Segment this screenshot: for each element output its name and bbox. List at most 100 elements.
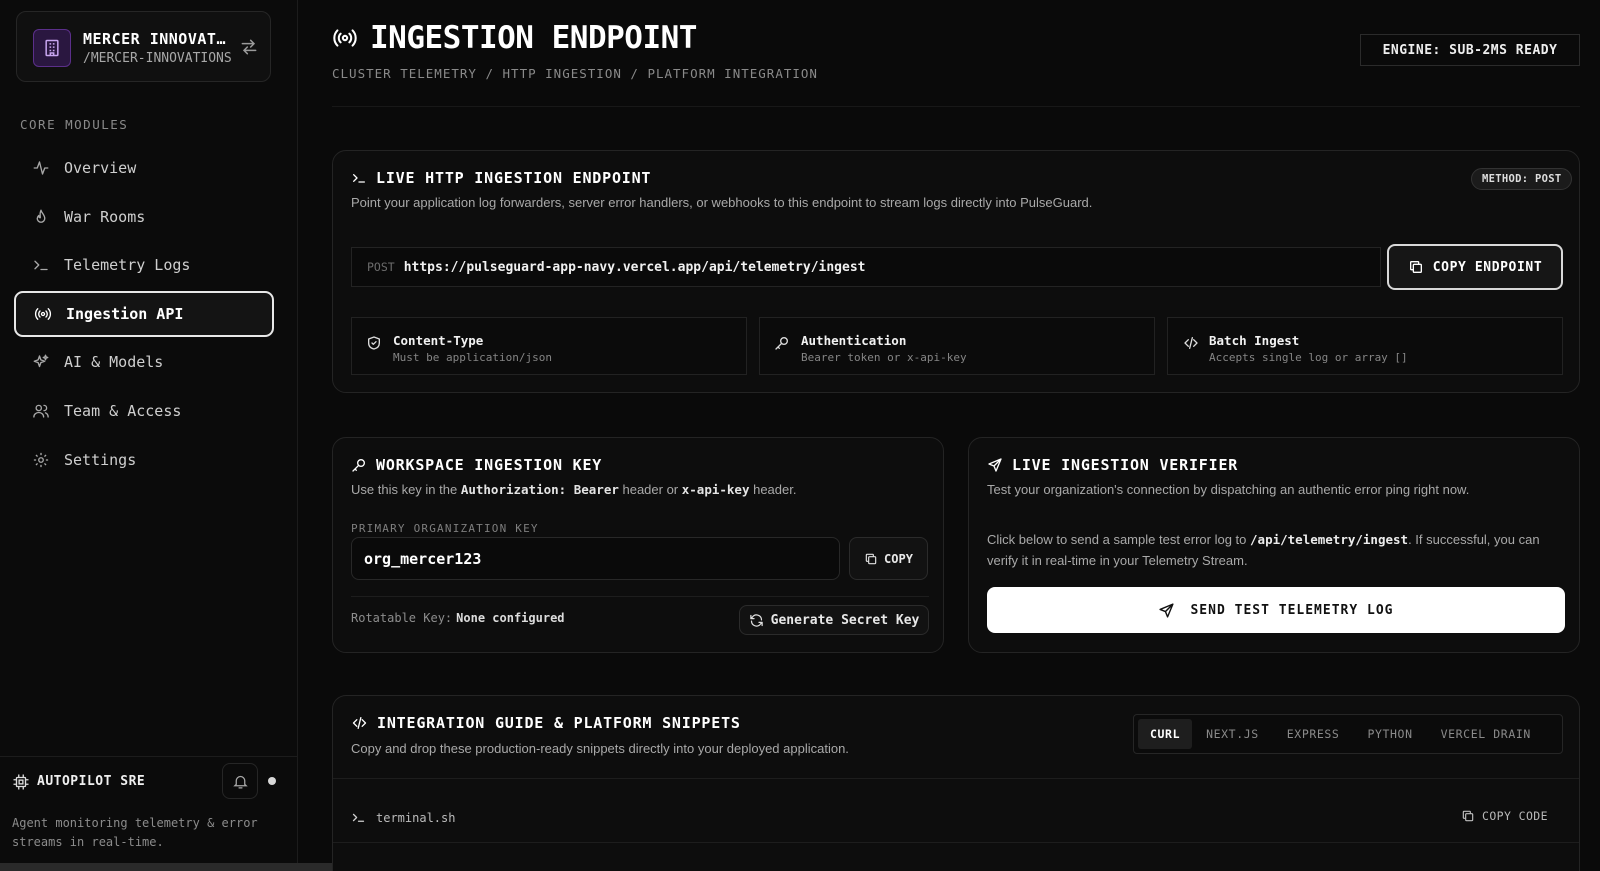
sidebar-item-ingestion-api[interactable]: Ingestion API xyxy=(14,290,274,337)
api-key-header-code: x-api-key xyxy=(681,482,750,497)
feature-title: Content-Type xyxy=(393,333,484,348)
users-icon xyxy=(32,402,50,420)
org-switcher[interactable]: MERCER INNOVATIONS /MERCER-INNOVATIONS xyxy=(16,11,271,82)
key-field-label: PRIMARY ORGANIZATION KEY xyxy=(351,522,539,535)
rotatable-value: None configured xyxy=(456,611,565,625)
main-nav: Overview War Rooms Telemetry Logs Ingest… xyxy=(14,145,274,485)
desc-text: header. xyxy=(749,482,797,497)
activity-icon xyxy=(32,159,50,177)
autopilot-title: AUTOPILOT SRE xyxy=(37,774,146,789)
card-title-text: LIVE INGESTION VERIFIER xyxy=(1012,456,1239,474)
engine-status-badge: ENGINE: SUB-2MS READY xyxy=(1360,34,1580,66)
key-card-divider xyxy=(351,596,929,597)
code-header-divider xyxy=(333,778,1579,779)
snippet-tabs: CURL NEXT.JS EXPRESS PYTHON VERCEL DRAIN xyxy=(1133,714,1563,754)
sidebar-item-label: Telemetry Logs xyxy=(64,256,191,275)
gear-icon xyxy=(32,451,50,469)
header-divider xyxy=(332,106,1580,107)
copy-endpoint-button[interactable]: COPY ENDPOINT xyxy=(1387,244,1563,290)
autopilot-description: Agent monitoring telemetry & error strea… xyxy=(12,816,258,849)
sidebar-item-telemetry-logs[interactable]: Telemetry Logs xyxy=(14,242,274,288)
verifier-card-description: Test your organization's connection by d… xyxy=(987,482,1470,497)
sidebar-item-team-access[interactable]: Team & Access xyxy=(14,388,274,434)
autopilot-panel: AUTOPILOT SRE Agent monitoring telemetry… xyxy=(0,756,298,871)
terminal-icon xyxy=(32,256,50,274)
card-title-text: LIVE HTTP INGESTION ENDPOINT xyxy=(376,169,652,187)
building-icon xyxy=(33,29,71,67)
endpoint-card-description: Point your application log forwarders, s… xyxy=(351,195,1093,210)
key-icon xyxy=(351,457,367,473)
org-slug: /MERCER-INNOVATIONS xyxy=(83,51,232,66)
copy-icon xyxy=(1461,809,1475,823)
guide-card-description: Copy and drop these production-ready sni… xyxy=(351,741,849,756)
cpu-icon xyxy=(12,773,30,791)
tab-express[interactable]: EXPRESS xyxy=(1273,719,1354,749)
shield-check-icon xyxy=(366,335,382,351)
workspace-key-card: WORKSPACE INGESTION KEY Use this key in … xyxy=(332,437,944,653)
generate-secret-key-button[interactable]: Generate Secret Key xyxy=(739,605,929,635)
ingest-path-code: /api/telemetry/ingest xyxy=(1250,532,1409,547)
switch-arrows-icon[interactable] xyxy=(239,37,259,57)
instructions-text: Click below to send a sample test error … xyxy=(987,532,1251,547)
tab-curl[interactable]: CURL xyxy=(1138,719,1193,749)
endpoint-url: https://pulseguard-app-navy.vercel.app/a… xyxy=(403,259,866,275)
code-file-name: terminal.sh xyxy=(351,810,455,825)
send-icon xyxy=(987,457,1003,473)
broadcast-icon xyxy=(332,25,358,51)
endpoint-card: LIVE HTTP INGESTION ENDPOINT METHOD: POS… xyxy=(332,150,1580,393)
feature-title: Batch Ingest xyxy=(1209,333,1300,348)
desc-text: header or xyxy=(618,482,682,497)
breadcrumb: CLUSTER TELEMETRY / HTTP INGESTION / PLA… xyxy=(332,66,818,81)
sidebar-item-label: Ingestion API xyxy=(66,304,184,323)
sidebar-item-settings[interactable]: Settings xyxy=(14,437,274,483)
sparkles-icon xyxy=(32,353,50,371)
feature-subtitle: Bearer token or x-api-key xyxy=(801,351,967,364)
feature-batch-ingest: Batch Ingest Accepts single log or array… xyxy=(1167,317,1563,375)
code-icon xyxy=(351,715,368,731)
send-test-log-button[interactable]: SEND TEST TELEMETRY LOG xyxy=(987,587,1565,633)
generate-key-label: Generate Secret Key xyxy=(770,612,920,628)
send-test-log-label: SEND TEST TELEMETRY LOG xyxy=(1190,602,1394,618)
file-name-text: terminal.sh xyxy=(376,810,456,825)
auth-header-code: Authorization: Bearer xyxy=(460,482,619,497)
copy-icon xyxy=(1408,259,1424,275)
tab-vercel-drain[interactable]: VERCEL DRAIN xyxy=(1427,719,1545,749)
copy-key-button[interactable]: COPY xyxy=(849,537,928,580)
tab-nextjs[interactable]: NEXT.JS xyxy=(1192,719,1273,749)
copy-key-label: COPY xyxy=(884,551,913,566)
guide-card-title: INTEGRATION GUIDE & PLATFORM SNIPPETS xyxy=(351,714,741,732)
integration-guide-card: INTEGRATION GUIDE & PLATFORM SNIPPETS Co… xyxy=(332,695,1580,871)
endpoint-card-title: LIVE HTTP INGESTION ENDPOINT xyxy=(351,169,651,187)
card-title-text: WORKSPACE INGESTION KEY xyxy=(376,456,603,474)
sidebar-item-label: War Rooms xyxy=(64,207,146,226)
copy-code-label: COPY CODE xyxy=(1482,809,1548,823)
feature-subtitle: Must be application/json xyxy=(393,351,552,364)
terminal-icon xyxy=(351,170,367,186)
bell-icon xyxy=(232,773,249,790)
feature-content-type: Content-Type Must be application/json xyxy=(351,317,747,375)
sidebar-item-label: Overview xyxy=(64,159,137,177)
key-card-description: Use this key in the Authorization: Beare… xyxy=(351,482,796,497)
key-icon xyxy=(774,335,790,351)
rotatable-key-status: Rotatable Key: None configured xyxy=(351,611,565,625)
code-icon xyxy=(1182,335,1200,351)
tab-python[interactable]: PYTHON xyxy=(1353,719,1426,749)
org-name: MERCER INNOVATIONS xyxy=(83,30,233,48)
sidebar-item-label: Team & Access xyxy=(64,401,182,420)
organization-key-input[interactable]: org_mercer123 xyxy=(351,537,840,580)
method-badge: METHOD: POST xyxy=(1471,168,1573,190)
copy-code-button[interactable]: COPY CODE xyxy=(1461,809,1548,823)
flame-icon xyxy=(32,208,50,226)
section-label: CORE MODULES xyxy=(20,117,129,132)
notifications-button[interactable] xyxy=(222,763,258,799)
sidebar-item-overview[interactable]: Overview xyxy=(14,145,274,191)
sidebar: MERCER INNOVATIONS /MERCER-INNOVATIONS C… xyxy=(0,0,400,871)
broadcast-icon xyxy=(34,305,52,323)
copy-icon xyxy=(864,552,878,566)
sidebar-item-ai-models[interactable]: AI & Models xyxy=(14,339,274,385)
endpoint-url-field[interactable]: POST https://pulseguard-app-navy.vercel.… xyxy=(351,247,1381,287)
rotatable-label: Rotatable Key: xyxy=(351,611,453,625)
verifier-card-title: LIVE INGESTION VERIFIER xyxy=(987,456,1238,474)
http-method: POST xyxy=(367,260,395,274)
sidebar-item-war-rooms[interactable]: War Rooms xyxy=(14,194,274,240)
